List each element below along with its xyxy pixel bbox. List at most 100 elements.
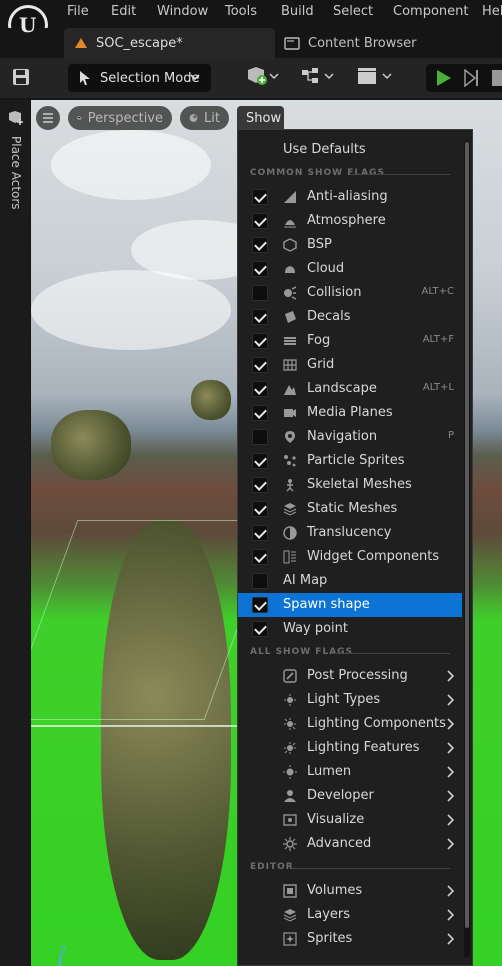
- show-flag-label: Fog: [307, 333, 331, 348]
- submenu-label: Developer: [307, 788, 374, 803]
- show-flag-item[interactable]: Collision ALT+C: [238, 281, 462, 305]
- menu-help[interactable]: Hel: [482, 4, 502, 19]
- show-flag-checkbox[interactable]: [252, 525, 268, 541]
- editor-flag-submenu[interactable]: Volumes: [238, 879, 462, 903]
- chevron-right-icon: [447, 814, 454, 826]
- show-flag-item[interactable]: BSP: [238, 233, 462, 257]
- use-defaults-item[interactable]: Use Defaults: [283, 142, 366, 157]
- submenu-label: Light Types: [307, 692, 381, 707]
- show-flag-item[interactable]: Decals: [238, 305, 462, 329]
- tree: [51, 410, 131, 480]
- show-flag-item[interactable]: Navigation P: [238, 425, 462, 449]
- show-flag-item[interactable]: Particle Sprites: [238, 449, 462, 473]
- menu-build[interactable]: Build: [281, 4, 314, 19]
- menu-window[interactable]: Window: [157, 4, 208, 19]
- show-flag-item[interactable]: Landscape ALT+L: [238, 377, 462, 401]
- show-flag-checkbox[interactable]: [252, 285, 268, 301]
- show-flag-checkbox[interactable]: [252, 237, 268, 253]
- show-flag-submenu[interactable]: Lumen: [238, 760, 462, 784]
- show-flag-checkbox[interactable]: [252, 381, 268, 397]
- show-flag-item[interactable]: Skeletal Meshes: [238, 473, 462, 497]
- show-flag-label: Atmosphere: [307, 213, 386, 228]
- show-flag-item[interactable]: Media Planes: [238, 401, 462, 425]
- blueprint-icon[interactable]: [300, 66, 336, 88]
- show-flag-item[interactable]: AI Map: [238, 569, 462, 593]
- sky-cloud: [51, 130, 211, 200]
- show-flag-submenu[interactable]: Lighting Features: [238, 736, 462, 760]
- show-flag-label: Spawn shape: [283, 597, 370, 612]
- show-flag-label: Grid: [307, 357, 335, 372]
- step-icon[interactable]: [464, 69, 480, 87]
- show-flag-checkbox[interactable]: [252, 405, 268, 421]
- show-button[interactable]: Show: [237, 106, 284, 130]
- show-flag-item[interactable]: Anti-aliasing: [238, 185, 462, 209]
- show-flag-item[interactable]: Way point: [238, 617, 462, 641]
- show-flag-checkbox[interactable]: [252, 261, 268, 277]
- lit-button[interactable]: Lit: [180, 106, 229, 130]
- chevron-right-icon: [447, 885, 454, 897]
- show-flag-submenu[interactable]: Visualize: [238, 808, 462, 832]
- selection-mode-dropdown[interactable]: Selection Mode: [68, 64, 211, 92]
- menu-scrollbar-thumb[interactable]: [465, 142, 469, 928]
- menu-tools[interactable]: Tools: [225, 4, 257, 19]
- chevron-right-icon: [447, 790, 454, 802]
- perspective-button[interactable]: Perspective: [68, 106, 172, 130]
- show-flags-menu: Use Defaults COMMON SHOW FLAGS Anti-alias…: [237, 129, 473, 966]
- show-flag-checkbox[interactable]: [252, 309, 268, 325]
- show-flag-submenu[interactable]: Developer: [238, 784, 462, 808]
- show-flag-item[interactable]: Cloud: [238, 257, 462, 281]
- show-flag-checkbox[interactable]: [252, 213, 268, 229]
- show-flag-checkbox[interactable]: [252, 621, 268, 637]
- menu-select[interactable]: Select: [333, 4, 373, 19]
- menu-component[interactable]: Component: [393, 4, 468, 19]
- editor-flag-submenu[interactable]: Sprites: [238, 927, 462, 951]
- show-flag-submenu[interactable]: Post Processing: [238, 664, 462, 688]
- viewport-options-button[interactable]: [36, 106, 60, 130]
- save-icon[interactable]: [12, 68, 30, 86]
- chevron-right-icon: [447, 742, 454, 754]
- volumes-icon: [283, 884, 297, 898]
- show-flag-label: Collision: [307, 285, 362, 300]
- show-flag-submenu[interactable]: Advanced: [238, 832, 462, 856]
- submenu-label: Layers: [307, 907, 351, 922]
- show-flag-checkbox[interactable]: [252, 597, 268, 613]
- show-flag-label: Particle Sprites: [307, 453, 405, 468]
- show-flag-checkbox[interactable]: [252, 501, 268, 517]
- document-tabs: SOC_escape* Content Browser: [0, 28, 502, 58]
- show-flag-item[interactable]: Widget Components: [238, 545, 462, 569]
- place-actors-label[interactable]: Place Actors: [9, 136, 23, 210]
- add-actor-icon[interactable]: [246, 66, 280, 88]
- show-flag-shortcut: ALT+F: [422, 334, 454, 345]
- show-flag-item[interactable]: Fog ALT+F: [238, 329, 462, 353]
- show-flag-item[interactable]: Grid: [238, 353, 462, 377]
- play-icon[interactable]: [436, 69, 452, 87]
- show-flag-item[interactable]: Translucency: [238, 521, 462, 545]
- show-flag-label: Translucency: [307, 525, 392, 540]
- show-flag-submenu[interactable]: Lighting Components: [238, 712, 462, 736]
- show-flag-checkbox[interactable]: [252, 573, 268, 589]
- show-flag-checkbox[interactable]: [252, 429, 268, 445]
- show-flag-label: Decals: [307, 309, 351, 324]
- submenu-label: Sprites: [307, 931, 353, 946]
- tree: [191, 380, 231, 420]
- show-flag-checkbox[interactable]: [252, 549, 268, 565]
- show-flag-item[interactable]: Atmosphere: [238, 209, 462, 233]
- show-flag-checkbox[interactable]: [252, 453, 268, 469]
- show-flag-checkbox[interactable]: [252, 189, 268, 205]
- folder-icon: [284, 37, 300, 50]
- tab-content-browser[interactable]: Content Browser: [276, 28, 502, 58]
- editor-flag-submenu[interactable]: Layers: [238, 903, 462, 927]
- show-flag-submenu[interactable]: Light Types: [238, 688, 462, 712]
- show-flag-checkbox[interactable]: [252, 333, 268, 349]
- show-flag-item[interactable]: Static Meshes: [238, 497, 462, 521]
- show-flag-item[interactable]: Spawn shape: [238, 593, 462, 617]
- stop-icon[interactable]: [492, 69, 502, 87]
- section-divider: [350, 174, 450, 175]
- menu-edit[interactable]: Edit: [111, 4, 136, 19]
- menu-file[interactable]: File: [67, 4, 89, 19]
- place-actors-icon[interactable]: [8, 110, 24, 126]
- cinematics-icon[interactable]: [356, 66, 392, 88]
- show-flag-checkbox[interactable]: [252, 357, 268, 373]
- show-flag-checkbox[interactable]: [252, 477, 268, 493]
- tab-level[interactable]: SOC_escape*: [64, 28, 275, 58]
